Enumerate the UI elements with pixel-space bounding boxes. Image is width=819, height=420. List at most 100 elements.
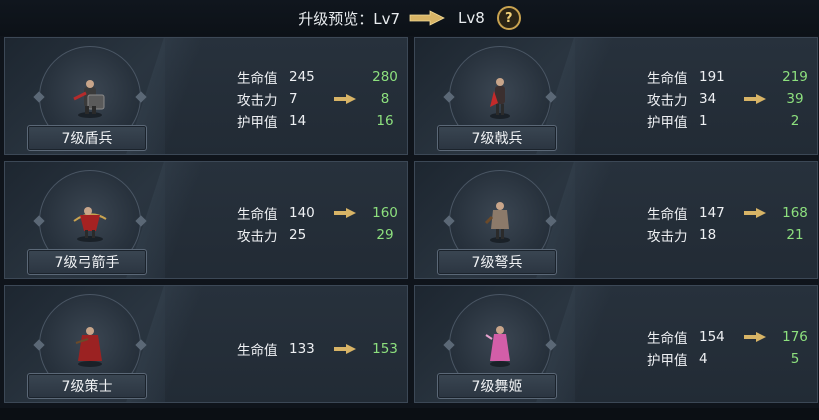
stat-row: 生命值 140 160	[237, 202, 405, 224]
gold-arrow-icon	[409, 10, 445, 26]
stat-current: 147	[699, 205, 725, 221]
unit-card: 7级策士 生命值 133 153	[4, 285, 408, 403]
unit-name-plate: 7级弓箭手	[27, 249, 147, 275]
stat-new: 8	[380, 91, 390, 107]
stat-current: 140	[289, 205, 315, 221]
stat-new: 280	[372, 69, 398, 85]
stat-new: 153	[372, 341, 398, 357]
ornament-diamond	[545, 91, 557, 103]
crossbowman-icon	[484, 202, 510, 243]
stat-label: 护甲值	[237, 115, 278, 131]
stat-new: 219	[782, 69, 808, 85]
stat-row: 生命值 147 168	[647, 202, 815, 224]
stat-current: 14	[289, 113, 307, 129]
stat-row: 攻击力 7 8	[237, 88, 405, 110]
stat-row: 护甲值 4 5	[647, 348, 815, 370]
unit-name: 7级舞姬	[471, 379, 523, 395]
unit-name-plate: 7级舞姬	[437, 373, 557, 399]
stat-new: 16	[376, 113, 394, 129]
stat-label: 攻击力	[647, 93, 688, 109]
bottom-frame	[0, 408, 819, 420]
gold-arrow-icon	[334, 344, 356, 354]
stat-new: 176	[782, 329, 808, 345]
unit-card: 7级弓箭手 生命值 140 160 攻击力 25 29	[4, 161, 408, 279]
stat-new: 21	[786, 227, 804, 243]
gold-arrow-icon	[744, 332, 766, 342]
stat-label: 攻击力	[237, 229, 278, 245]
stat-current: 154	[699, 329, 725, 345]
ornament-diamond	[443, 215, 455, 227]
stat-row: 生命值 154 176	[647, 326, 815, 348]
ornament-diamond	[33, 215, 45, 227]
unit-card: 7级戟兵 生命值 191 219 攻击力 34 39 护甲值 1 2	[414, 37, 818, 155]
stat-list: 生命值 245 280 攻击力 7 8 护甲值 14 16	[237, 66, 405, 132]
unit-name: 7级弓箭手	[54, 255, 120, 271]
ornament-diamond	[135, 339, 147, 351]
stat-current: 18	[699, 227, 717, 243]
unit-card: 7级弩兵 生命值 147 168 攻击力 18 21	[414, 161, 818, 279]
gold-arrow-icon	[744, 94, 766, 104]
ornament-diamond	[545, 339, 557, 351]
stat-row: 生命值 191 219	[647, 66, 815, 88]
stat-row: 攻击力 34 39	[647, 88, 815, 110]
question-mark-icon: ?	[505, 10, 513, 26]
stat-label: 生命值	[237, 71, 278, 87]
stat-list: 生命值 133 153	[237, 338, 405, 360]
stat-row: 生命值 133 153	[237, 338, 405, 360]
stat-label: 护甲值	[647, 353, 688, 369]
stat-row: 攻击力 18 21	[647, 224, 815, 246]
stat-row: 护甲值 14 16	[237, 110, 405, 132]
stat-list: 生命值 191 219 攻击力 34 39 护甲值 1 2	[647, 66, 815, 132]
gold-arrow-icon	[744, 208, 766, 218]
unit-name: 7级策士	[61, 379, 113, 395]
halberd-soldier-icon	[490, 78, 510, 119]
stat-label: 攻击力	[237, 93, 278, 109]
stat-label: 生命值	[647, 207, 688, 223]
unit-name-plate: 7级策士	[27, 373, 147, 399]
stat-list: 生命值 154 176 护甲值 4 5	[647, 326, 815, 370]
help-button[interactable]: ?	[496, 6, 521, 30]
stat-current: 4	[699, 351, 708, 367]
unit-name-plate: 7级弩兵	[437, 249, 557, 275]
stat-label: 生命值	[647, 71, 688, 87]
stat-new: 2	[790, 113, 800, 129]
unit-name-plate: 7级戟兵	[437, 125, 557, 151]
gold-arrow-icon	[334, 208, 356, 218]
gold-arrow-icon	[334, 94, 356, 104]
stat-new: 168	[782, 205, 808, 221]
stat-label: 攻击力	[647, 229, 688, 245]
stat-label: 护甲值	[647, 115, 688, 131]
unit-card: 7级舞姬 生命值 154 176 护甲值 4 5	[414, 285, 818, 403]
stat-list: 生命值 147 168 攻击力 18 21	[647, 202, 815, 246]
ornament-diamond	[443, 339, 455, 351]
shield-soldier-icon	[73, 80, 105, 118]
stat-row: 生命值 245 280	[237, 66, 405, 88]
stat-label: 生命值	[237, 343, 278, 359]
ornament-diamond	[33, 91, 45, 103]
stat-new: 39	[786, 91, 804, 107]
stat-current: 25	[289, 227, 307, 243]
stat-new: 160	[372, 205, 398, 221]
stat-new: 29	[376, 227, 394, 243]
unit-name: 7级弩兵	[471, 255, 523, 271]
ornament-diamond	[443, 91, 455, 103]
upgrade-preview-header: 升级预览：Lv7 Lv8 ?	[0, 0, 819, 36]
unit-card: 7级盾兵 生命值 245 280 攻击力 7 8 护甲值 14 16	[4, 37, 408, 155]
stat-new: 5	[790, 351, 800, 367]
ornament-diamond	[135, 91, 147, 103]
dancer-icon	[485, 326, 510, 367]
stat-row: 护甲值 1 2	[647, 110, 815, 132]
strategist-icon	[75, 327, 102, 367]
stat-current: 1	[699, 113, 708, 129]
stat-current: 34	[699, 91, 717, 107]
unit-grid: 7级盾兵 生命值 245 280 攻击力 7 8 护甲值 14 16 7级戟兵 …	[4, 37, 818, 403]
stat-label: 生命值	[647, 331, 688, 347]
stat-current: 133	[289, 341, 315, 357]
unit-name: 7级戟兵	[471, 131, 523, 147]
upgrade-target-level: Lv8	[458, 9, 485, 27]
ornament-diamond	[135, 215, 147, 227]
stat-row: 攻击力 25 29	[237, 224, 405, 246]
stat-current: 7	[289, 91, 298, 107]
unit-name: 7级盾兵	[61, 131, 113, 147]
stat-current: 245	[289, 69, 315, 85]
